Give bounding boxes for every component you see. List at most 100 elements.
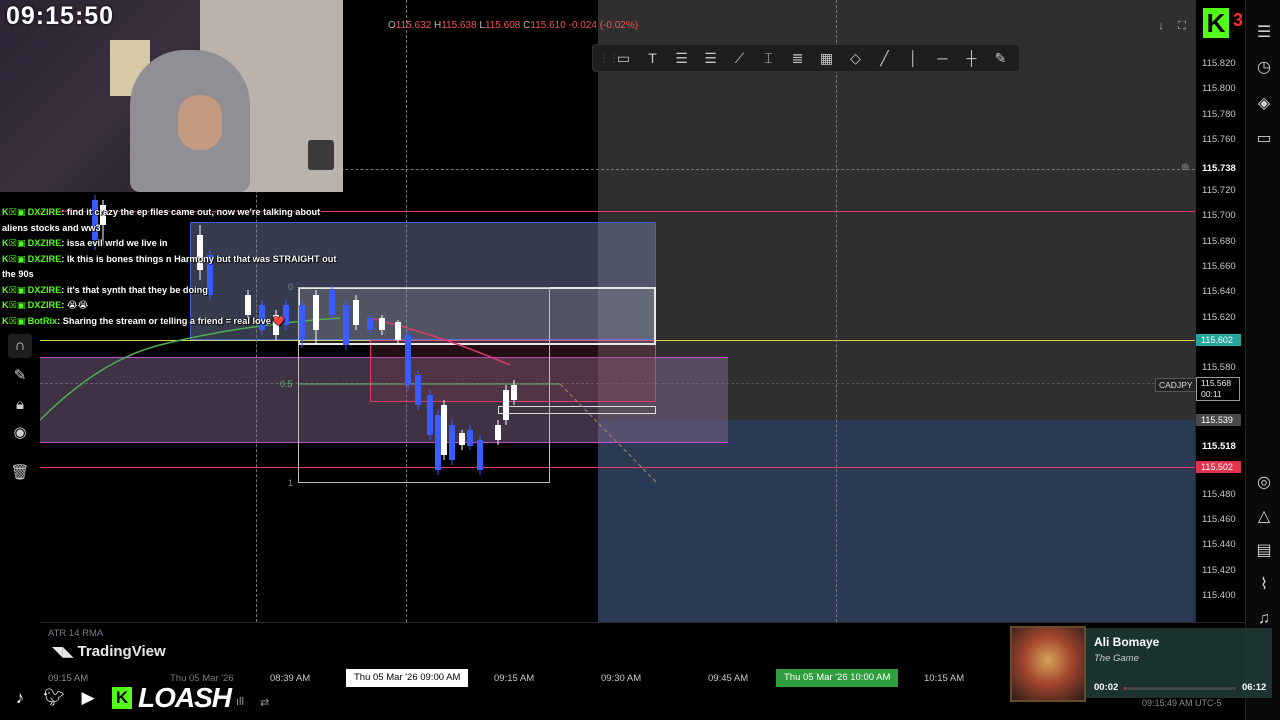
trendline-tool-icon[interactable]: ╱ — [872, 47, 897, 69]
rectangle-tool-icon[interactable]: ▭ — [611, 47, 636, 69]
projection-line — [559, 383, 657, 483]
session-time-label: Thu 05 Mar '26 10:00 AM — [776, 669, 899, 687]
lower-red-price-tag: 115.502 — [1196, 461, 1241, 473]
price-label: 115.720 — [1202, 185, 1236, 196]
text-tool-icon[interactable]: T — [640, 47, 665, 69]
fib-tool-icon[interactable]: ≣ — [785, 47, 810, 69]
time-label: 10:15 AM — [924, 673, 965, 684]
magnet-icon[interactable]: ∩ — [8, 334, 32, 358]
right-sidebar: ☰ ◷ ◈ ▭ ◎ △ ▤ ⌇ ♫ — [1245, 0, 1280, 720]
chat-message: K☒▣ BotRix: Sharing the stream or telling… — [2, 315, 285, 326]
ema-line — [369, 317, 511, 366]
current-price-tag: 115.602 — [1196, 334, 1241, 346]
grid-tool-icon[interactable]: ▦ — [814, 47, 839, 69]
mid-price-tag: 115.539 — [1196, 414, 1241, 426]
chat-message: K☒▣ DXZIRE: 😭😭 — [2, 300, 89, 310]
time-label: 08:39 AM — [270, 673, 311, 684]
h-value: 115.638 — [441, 20, 477, 31]
kick-logo-icon: K — [1203, 8, 1229, 38]
target-icon[interactable]: ◎ — [1253, 472, 1275, 494]
shape-tool-icon[interactable]: ◇ — [843, 47, 868, 69]
measure-tool-icon[interactable]: ⌶ — [756, 47, 781, 69]
atr-indicator-label[interactable]: ATR 14 RMA — [48, 628, 103, 639]
candle-body — [467, 430, 473, 446]
price-label: 115.820 — [1202, 58, 1236, 69]
candle-body — [495, 425, 501, 440]
candle-body — [459, 433, 465, 445]
horizontal-ray-tool-icon[interactable]: ┼ — [959, 47, 984, 69]
webcam-feed: 09:15:50 — [0, 0, 343, 192]
moving-average-line — [40, 317, 341, 421]
bar-countdown: 00:11 — [1201, 389, 1222, 399]
time-label: 09:45 AM — [708, 673, 749, 684]
position-tool-icon[interactable]: ☰ — [669, 47, 694, 69]
price-label: 115.760 — [1202, 134, 1236, 145]
alarm-icon[interactable]: ◷ — [1253, 57, 1275, 79]
youtube-icon: ▶ — [81, 688, 95, 707]
pen-tool-icon[interactable]: ✎ — [988, 47, 1013, 69]
candle-body — [477, 440, 483, 470]
tradingview-logo: ◥◣ TradingView — [52, 643, 166, 660]
crosshair-time-label: Thu 05 Mar '26 09:00 AM — [346, 669, 469, 687]
layers-icon[interactable]: ◈ — [1253, 93, 1275, 115]
trash-icon[interactable]: 🗑︎ — [8, 461, 32, 485]
song-duration: 06:12 — [1242, 682, 1267, 693]
time-label: 09:30 AM — [601, 673, 642, 684]
compare-icon[interactable]: ⇄ — [260, 696, 269, 709]
change-value: -0.024 (-0.02%) — [568, 20, 639, 31]
price-label: 115.480 — [1202, 489, 1236, 500]
kick-brand-icon: K — [112, 687, 132, 709]
eye-icon[interactable]: ◉ — [8, 421, 32, 445]
price-axis[interactable]: 115.820 115.800 115.780 115.760 115.738 … — [1195, 0, 1245, 622]
candle-body — [367, 318, 373, 330]
price-label: 115.580 — [1202, 362, 1236, 373]
song-elapsed: 00:02 — [1094, 682, 1119, 693]
price-label: 115.800 — [1202, 83, 1236, 94]
song-title: Ali Bomaye — [1094, 635, 1160, 649]
chat-icon[interactable]: ▭ — [1253, 128, 1275, 150]
pencil-icon[interactable]: ✎ — [8, 364, 32, 388]
chat-badges-icon: K☒▣ — [2, 238, 26, 248]
time-label: 09:15 AM — [494, 673, 535, 684]
candle-body — [449, 425, 455, 460]
lock-icon[interactable]: 🔒︎ — [8, 393, 32, 417]
l-value: 115.608 — [484, 20, 521, 31]
bottom-toolbar: ıll ⇄ — [236, 696, 269, 709]
ohlc-readout: O115.632 H115.638 L115.608 C115.610 -0.0… — [388, 20, 638, 31]
range-tool-icon[interactable]: ☰ — [698, 47, 723, 69]
ideas-icon[interactable]: △ — [1253, 506, 1275, 528]
toolbar-grip-icon[interactable]: ⋮⋮ — [599, 53, 619, 64]
social-links: ♪ 🐦︎ ▶ K LOASH — [8, 682, 232, 714]
price-label: 115.700 — [1202, 210, 1236, 221]
vertical-line-tool-icon[interactable]: │ — [901, 47, 926, 69]
horizontal-line-tool-icon[interactable]: ─ — [930, 47, 955, 69]
twitter-icon: 🐦︎ — [43, 688, 65, 707]
crosshair-plus-icon[interactable]: ⊕ — [1181, 162, 1189, 173]
price-label: 115.660 — [1202, 261, 1236, 272]
stream-clock: 09:15:50 — [6, 2, 115, 30]
download-icon[interactable]: ↓ — [1152, 18, 1170, 34]
price-label: 115.518 — [1202, 441, 1236, 452]
watchlist-icon[interactable]: ☰ — [1253, 22, 1275, 44]
tradingview-icon: ◥◣ — [52, 643, 74, 659]
drawing-toolbar: ⋮⋮ ▭ T ☰ ☰ ⟋ ⌶ ≣ ▦ ◇ ╱ │ ─ ┼ ✎ — [592, 44, 1020, 72]
all-icon[interactable]: ıll — [236, 696, 244, 709]
price-label: 115.640 — [1202, 286, 1236, 297]
song-progress-fill — [1124, 687, 1126, 690]
candle-body — [503, 390, 509, 420]
utc-clock: 09:15:49 AM UTC-5 — [1142, 698, 1222, 708]
symbol-tag: CADJPY — [1155, 378, 1197, 392]
chat-badges-icon: K☒▣ — [2, 315, 26, 326]
chat-message: K☒▣ DXZIRE: Ik this is bones things n Har… — [2, 253, 337, 280]
candle-body — [405, 335, 411, 385]
candle-body — [427, 395, 433, 435]
price-label: 115.400 — [1202, 590, 1236, 601]
candle-body — [415, 375, 421, 405]
chat-badges-icon: K☒▣ — [2, 207, 26, 217]
album-art — [1010, 626, 1086, 702]
price-label: 115.680 — [1202, 236, 1236, 247]
fullscreen-icon[interactable]: ⛶ — [1173, 18, 1191, 34]
calendar-icon[interactable]: ▤ — [1253, 540, 1275, 562]
brush-tool-icon[interactable]: ⟋ — [727, 47, 752, 69]
stream-icon[interactable]: ⌇ — [1253, 574, 1275, 596]
